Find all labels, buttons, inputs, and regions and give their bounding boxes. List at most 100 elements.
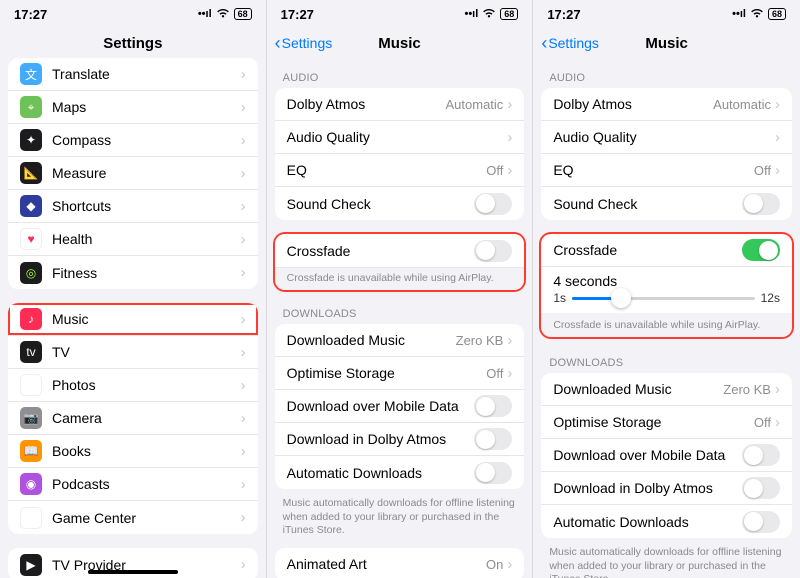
- row-value: Automatic: [713, 97, 771, 112]
- settings-item-music[interactable]: ♪Music›: [8, 303, 258, 336]
- page-title: Music: [378, 35, 421, 52]
- row-label: Audio Quality: [553, 129, 775, 145]
- download-dolby-row[interactable]: Download in Dolby Atmos: [275, 423, 525, 456]
- wifi-icon: [216, 8, 230, 21]
- settings-scroll[interactable]: 文Translate›⌖Maps›✦Compass›📐Measure›◆Shor…: [0, 58, 266, 578]
- sound-check-row[interactable]: Sound Check: [275, 187, 525, 220]
- download-mobile-row[interactable]: Download over Mobile Data: [275, 390, 525, 423]
- downloaded-music-row[interactable]: Downloaded Music Zero KB ›: [541, 373, 792, 406]
- back-button[interactable]: ‹ Settings: [541, 34, 599, 52]
- download-dolby-row[interactable]: Download in Dolby Atmos: [541, 472, 792, 505]
- eq-row[interactable]: EQ Off ›: [275, 154, 525, 187]
- gamecenter-icon: ✪: [20, 507, 42, 529]
- page-title: Music: [645, 35, 688, 52]
- settings-pane: 17:27 ••ıl 68 Settings 文Translate›⌖Maps›…: [0, 0, 267, 578]
- download-dolby-toggle[interactable]: [474, 428, 512, 450]
- chevron-left-icon: ‹: [541, 34, 547, 52]
- sound-check-row[interactable]: Sound Check: [541, 187, 792, 220]
- crossfade-toggle[interactable]: [474, 240, 512, 262]
- row-label: Health: [52, 231, 241, 247]
- row-label: Shortcuts: [52, 198, 241, 214]
- row-label: EQ: [287, 162, 487, 178]
- row-label: Automatic Downloads: [553, 514, 742, 530]
- measure-icon: 📐: [20, 162, 42, 184]
- settings-item-tv[interactable]: tvTV›: [8, 336, 258, 369]
- row-value: Zero KB: [723, 382, 771, 397]
- row-label: Camera: [52, 410, 241, 426]
- music-scroll[interactable]: AUDIO Dolby Atmos Automatic › Audio Qual…: [267, 58, 533, 578]
- audio-quality-row[interactable]: Audio Quality ›: [275, 121, 525, 154]
- animated-art-row[interactable]: Animated Art On ›: [275, 548, 525, 578]
- settings-item-health[interactable]: ♥Health›: [8, 223, 258, 256]
- settings-item-maps[interactable]: ⌖Maps›: [8, 91, 258, 124]
- audio-quality-row[interactable]: Audio Quality ›: [541, 121, 792, 154]
- settings-item-podcasts[interactable]: ◉Podcasts›: [8, 468, 258, 501]
- signal-icon: ••ıl: [732, 8, 746, 20]
- nav-bar: ‹ Settings Music: [267, 28, 533, 58]
- automatic-downloads-row[interactable]: Automatic Downloads: [541, 505, 792, 538]
- downloads-note: Music automatically downloads for offlin…: [533, 544, 800, 578]
- crossfade-slider[interactable]: [572, 297, 755, 300]
- crossfade-row[interactable]: Crossfade: [275, 234, 525, 267]
- downloads-section-header: DOWNLOADS: [533, 343, 800, 373]
- crossfade-slider-row[interactable]: 4 seconds 1s 12s: [541, 267, 792, 313]
- wifi-icon: [482, 8, 496, 21]
- downloaded-music-row[interactable]: Downloaded Music Zero KB ›: [275, 324, 525, 357]
- settings-item-translate[interactable]: 文Translate›: [8, 58, 258, 91]
- fitness-icon: ◎: [20, 262, 42, 284]
- optimise-storage-row[interactable]: Optimise Storage Off ›: [275, 357, 525, 390]
- music-scroll[interactable]: AUDIO Dolby Atmos Automatic › Audio Qual…: [533, 58, 800, 578]
- settings-item-fitness[interactable]: ◎Fitness›: [8, 256, 258, 289]
- automatic-downloads-toggle[interactable]: [474, 462, 512, 484]
- automatic-downloads-row[interactable]: Automatic Downloads: [275, 456, 525, 489]
- settings-item-compass[interactable]: ✦Compass›: [8, 124, 258, 157]
- battery-icon: 68: [768, 8, 786, 20]
- chevron-left-icon: ‹: [275, 34, 281, 52]
- chevron-right-icon: ›: [775, 129, 780, 146]
- row-label: Measure: [52, 165, 241, 181]
- podcasts-icon: ◉: [20, 473, 42, 495]
- optimise-storage-row[interactable]: Optimise Storage Off ›: [541, 406, 792, 439]
- sound-check-toggle[interactable]: [742, 193, 780, 215]
- row-value: Automatic: [446, 97, 504, 112]
- row-label: Sound Check: [287, 196, 475, 212]
- settings-item-shortcuts[interactable]: ◆Shortcuts›: [8, 190, 258, 223]
- chevron-right-icon: ›: [241, 99, 246, 116]
- back-button[interactable]: ‹ Settings: [275, 34, 333, 52]
- crossfade-row[interactable]: Crossfade: [541, 234, 792, 267]
- row-label: Translate: [52, 66, 241, 82]
- status-time: 17:27: [547, 7, 580, 22]
- slider-knob[interactable]: [611, 288, 631, 308]
- eq-row[interactable]: EQ Off ›: [541, 154, 792, 187]
- settings-item-camera[interactable]: 📷Camera›: [8, 402, 258, 435]
- download-mobile-toggle[interactable]: [474, 395, 512, 417]
- sound-check-toggle[interactable]: [474, 193, 512, 215]
- crossfade-highlight-block: Crossfade Crossfade is unavailable while…: [275, 234, 525, 290]
- slider-min-label: 1s: [553, 291, 566, 305]
- download-mobile-row[interactable]: Download over Mobile Data: [541, 439, 792, 472]
- dolby-atmos-row[interactable]: Dolby Atmos Automatic ›: [541, 88, 792, 121]
- chevron-right-icon: ›: [241, 344, 246, 361]
- settings-item-books[interactable]: 📖Books›: [8, 435, 258, 468]
- row-label: Maps: [52, 99, 241, 115]
- chevron-right-icon: ›: [775, 414, 780, 431]
- books-icon: 📖: [20, 440, 42, 462]
- settings-item-measure[interactable]: 📐 Measure›: [8, 157, 258, 190]
- automatic-downloads-toggle[interactable]: [742, 511, 780, 533]
- status-indicators: ••ıl 68: [198, 8, 252, 21]
- chevron-right-icon: ›: [241, 476, 246, 493]
- chevron-right-icon: ›: [241, 165, 246, 182]
- home-indicator[interactable]: [88, 570, 178, 574]
- row-label: TV: [52, 344, 241, 360]
- status-indicators: ••ıl 68: [464, 8, 518, 21]
- row-label: Animated Art: [287, 556, 486, 572]
- row-label: Music: [52, 311, 241, 327]
- crossfade-toggle[interactable]: [742, 239, 780, 261]
- download-dolby-toggle[interactable]: [742, 477, 780, 499]
- download-mobile-toggle[interactable]: [742, 444, 780, 466]
- dolby-atmos-row[interactable]: Dolby Atmos Automatic ›: [275, 88, 525, 121]
- settings-item-gamecenter[interactable]: ✪Game Center›: [8, 501, 258, 534]
- row-label: Sound Check: [553, 196, 742, 212]
- settings-item-photos[interactable]: ✿Photos›: [8, 369, 258, 402]
- row-value: Off: [486, 163, 503, 178]
